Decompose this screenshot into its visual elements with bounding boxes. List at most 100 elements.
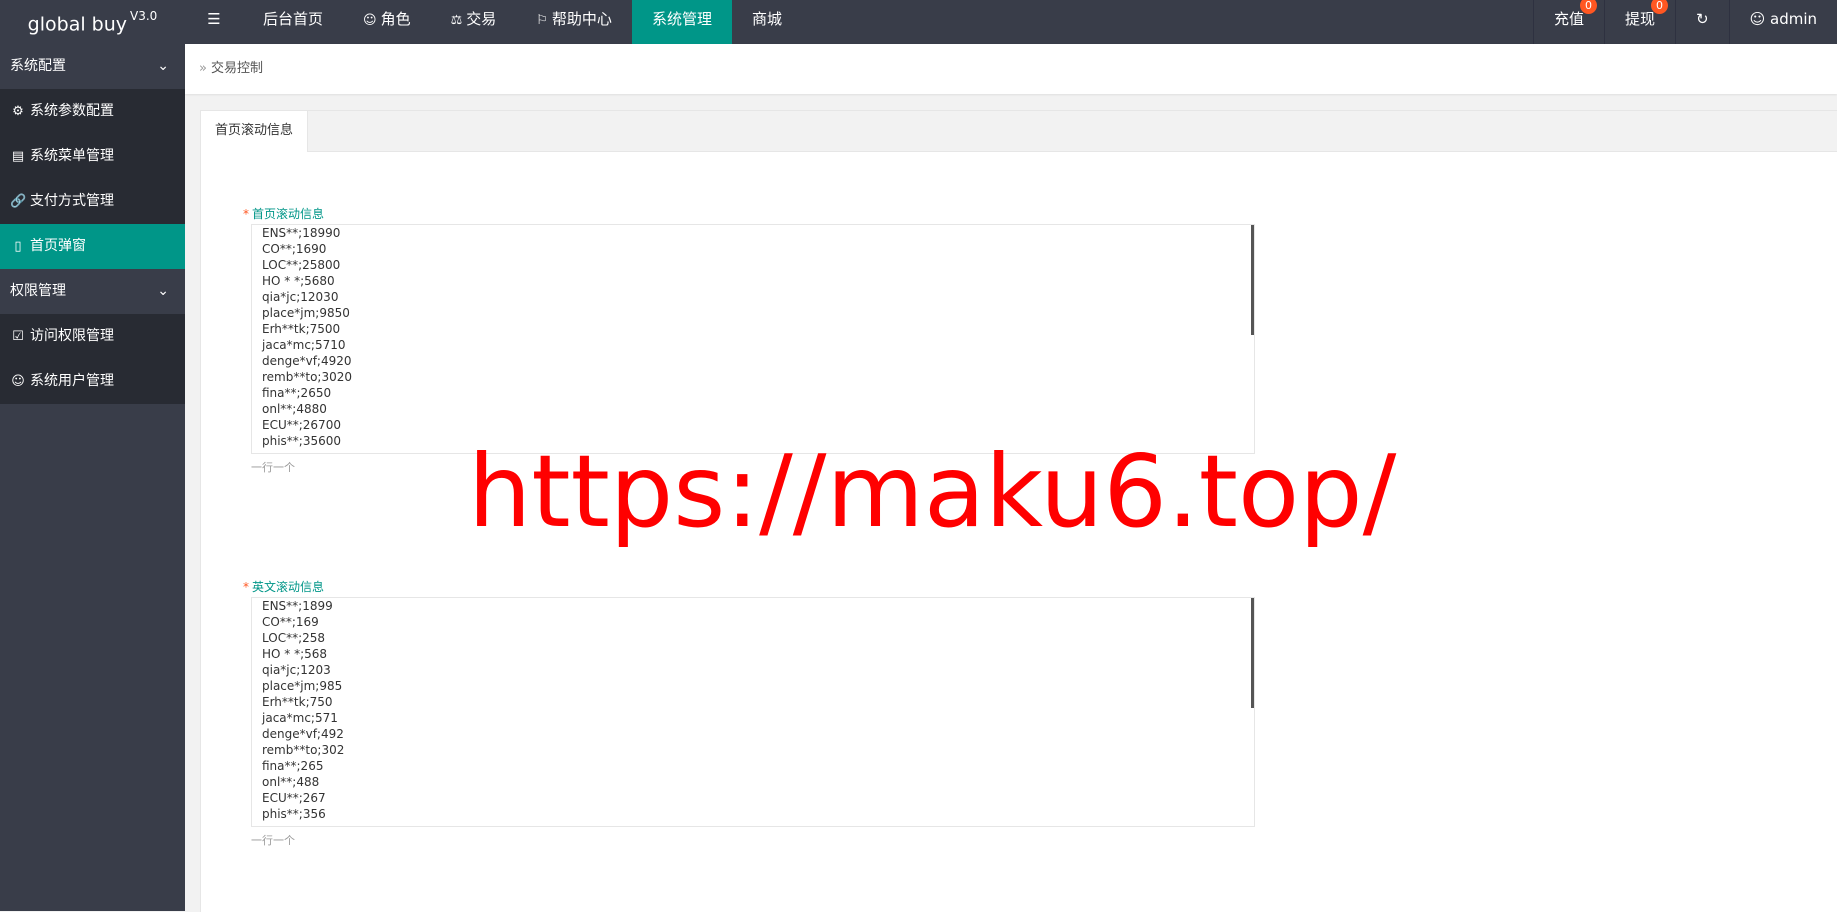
textarea-line: LOC**;25800: [262, 258, 341, 272]
textarea-lines: ENS**;1899 CO**;169 LOC**;258 HO * *;568…: [262, 598, 344, 822]
sidebar-item-home-popup[interactable]: ▯ 首页弹窗: [0, 224, 185, 269]
nav-system[interactable]: 系统管理: [631, 0, 732, 44]
withdraw-button[interactable]: 提现 0: [1603, 0, 1675, 44]
sidebar-item-system-params[interactable]: ⚙ 系统参数配置: [0, 89, 185, 134]
user-icon: ☺: [11, 374, 25, 389]
textarea-line: fina**;265: [262, 759, 324, 773]
sidebar: 系统配置 ⌄ ⚙ 系统参数配置 ▤ 系统菜单管理 🔗 支付方式管理 ▯ 首页弹窗 权限管…: [0, 44, 185, 911]
user-icon: ☺: [363, 13, 377, 28]
textarea-scrollbar[interactable]: [1251, 598, 1254, 708]
logo-text: global buy: [27, 13, 128, 36]
tab-bar: 首页滚动信息: [201, 111, 1837, 152]
textarea-line: denge*vf;4920: [262, 354, 352, 368]
shield-icon: ☑: [12, 329, 24, 344]
sidebar-group-permissions[interactable]: 权限管理 ⌄: [0, 269, 185, 314]
link-icon: 🔗: [10, 194, 27, 209]
nav-trade[interactable]: ⚖ 交易: [431, 0, 517, 44]
sidebar-item-label: 系统用户管理: [30, 373, 114, 389]
nav-home[interactable]: 后台首页: [243, 0, 343, 44]
recharge-button[interactable]: 充值 0: [1532, 0, 1604, 44]
recharge-badge: 0: [1579, 0, 1597, 14]
textarea-line: Erh**tk;7500: [262, 322, 341, 336]
refresh-button[interactable]: ↻: [1675, 0, 1729, 44]
textarea-line: remb**to;3020: [262, 370, 352, 384]
scale-icon: ⚖: [450, 13, 463, 28]
textarea-line: HO * *;5680: [262, 274, 335, 288]
right-nav: 充值 0 提现 0 ↻ ☺ admin: [1532, 0, 1837, 44]
textarea-line: ENS**;18990: [262, 226, 341, 240]
textarea-line: phis**;35600: [262, 434, 342, 448]
chevron-down-icon: ⌄: [157, 58, 169, 74]
sidebar-group-label: 权限管理: [10, 283, 66, 299]
tab-home-scroll-info[interactable]: 首页滚动信息: [201, 111, 309, 152]
nav-help[interactable]: ⚐ 帮助中心: [516, 0, 632, 44]
sidebar-item-label: 系统菜单管理: [30, 148, 114, 164]
textarea-line: place*jm;985: [262, 679, 343, 693]
nav-mall[interactable]: 商城: [732, 0, 802, 44]
sidebar-group-label: 系统配置: [10, 58, 66, 74]
withdraw-badge: 0: [1651, 0, 1668, 14]
nav-role[interactable]: ☺ 角色: [343, 0, 431, 44]
layout-icon: ▤: [11, 149, 25, 164]
sidebar-group-system-config[interactable]: 系统配置 ⌄: [0, 44, 185, 89]
menu-fold-button[interactable]: ☰: [185, 0, 243, 44]
watermark-url: https://maku6.top/: [468, 433, 1397, 550]
nav-trade-label: 交易: [466, 10, 497, 28]
textarea-line: onl**;488: [262, 775, 320, 789]
textarea-line: ENS**;1899: [262, 599, 333, 613]
gear-icon: ⚙: [12, 104, 24, 119]
sidebar-item-system-menu[interactable]: ▤ 系统菜单管理: [0, 134, 185, 179]
textarea-line: denge*vf;492: [262, 727, 344, 741]
home-scroll-textarea[interactable]: ENS**;18990 CO**;1690 LOC**;25800 HO * *…: [251, 224, 1255, 454]
textarea-line: onl**;4880: [262, 402, 327, 416]
field1-hint: 一行一个: [251, 461, 295, 474]
sidebar-item-label: 系统参数配置: [30, 103, 114, 119]
textarea-line: CO**;169: [262, 615, 319, 629]
sidebar-item-label: 支付方式管理: [30, 193, 114, 209]
field2-label: * 英文滚动信息: [243, 578, 324, 595]
textarea-line: qia*jc;12030: [262, 290, 339, 304]
required-mark: *: [243, 207, 249, 221]
nav-mall-label: 商城: [751, 10, 782, 28]
field1-label-text: 首页滚动信息: [252, 207, 325, 221]
breadcrumb: » 交易控制: [185, 44, 1837, 94]
mobile-icon: ▯: [14, 239, 22, 254]
flag-icon: ⚐: [536, 13, 548, 28]
chevron-down-icon: ⌄: [157, 283, 169, 299]
sidebar-item-payment-methods[interactable]: 🔗 支付方式管理: [0, 179, 185, 224]
app-logo[interactable]: global buy V3.0: [0, 0, 185, 44]
required-mark: *: [243, 580, 249, 594]
textarea-line: jaca*mc;5710: [262, 338, 346, 352]
sidebar-item-label: 首页弹窗: [30, 238, 86, 254]
user-name: admin: [1770, 10, 1817, 28]
textarea-line: jaca*mc;571: [262, 711, 338, 725]
field1-label: * 首页滚动信息: [243, 205, 324, 222]
breadcrumb-current: 交易控制: [210, 61, 263, 76]
recharge-label: 充值: [1553, 10, 1584, 28]
field2-label-text: 英文滚动信息: [252, 580, 325, 594]
withdraw-label: 提现: [1624, 10, 1655, 28]
tab-label: 首页滚动信息: [215, 123, 294, 138]
english-scroll-textarea[interactable]: ENS**;1899 CO**;169 LOC**;258 HO * *;568…: [251, 597, 1255, 827]
textarea-line: qia*jc;1203: [262, 663, 331, 677]
top-header: global buy V3.0 ☰ 后台首页 ☺ 角色 ⚖ 交易 ⚐ 帮助中心 系统管理…: [0, 0, 1837, 44]
textarea-line: CO**;1690: [262, 242, 327, 256]
textarea-line: ECU**;26700: [262, 418, 341, 432]
field2-hint: 一行一个: [251, 834, 295, 847]
nav-role-label: 角色: [380, 10, 411, 28]
breadcrumb-trail: » 交易控制: [199, 44, 263, 94]
refresh-icon: ↻: [1696, 10, 1709, 28]
menu-fold-icon: ☰: [207, 10, 221, 28]
textarea-line: ECU**;267: [262, 791, 326, 805]
textarea-scrollbar[interactable]: [1251, 225, 1254, 335]
sidebar-item-access-permissions[interactable]: ☑ 访问权限管理: [0, 314, 185, 359]
user-menu[interactable]: ☺ admin: [1728, 0, 1837, 44]
textarea-line: HO * *;568: [262, 647, 328, 661]
double-chevron-right-icon: »: [199, 61, 207, 76]
textarea-line: Erh**tk;750: [262, 695, 333, 709]
user-icon: ☺: [1749, 10, 1766, 28]
nav-help-label: 帮助中心: [551, 10, 612, 28]
sidebar-item-label: 访问权限管理: [30, 328, 114, 344]
top-nav: ☰ 后台首页 ☺ 角色 ⚖ 交易 ⚐ 帮助中心 系统管理 商城: [185, 0, 802, 44]
sidebar-item-system-users[interactable]: ☺ 系统用户管理: [0, 359, 185, 404]
